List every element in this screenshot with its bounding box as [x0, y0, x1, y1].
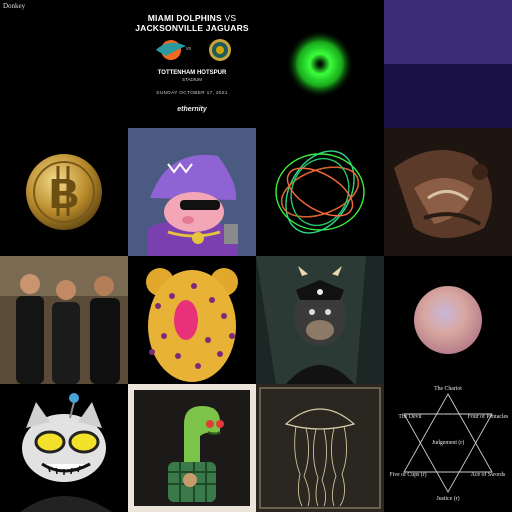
gallery-tile-purple-gradient[interactable]	[384, 0, 512, 128]
tarot-hexagram-chart: The Chariot The Devil Four of Pentacles …	[384, 384, 512, 512]
card-judgement: Judgement (r)	[432, 439, 464, 446]
card-justice: Justice (r)	[436, 495, 459, 502]
gallery-tile-match-poster[interactable]: MIAMI DOLPHINS VS JACKSONVILLE JAGUARS v…	[128, 0, 256, 128]
green-orb-image	[256, 0, 384, 128]
card-four-of-pentacles: Four of Pentacles	[468, 413, 509, 420]
card-the-devil: The Devil	[398, 414, 422, 420]
venue-title: TOTTENHAM HOTSPUR	[157, 70, 227, 76]
match-date: SUNDAY OCTOBER 17, 2021	[156, 91, 228, 96]
nft-gallery-grid: Donkey MIAMI DOLPHINS VS JACKSONVILLE JA…	[0, 0, 512, 512]
gallery-tile-jellyfish[interactable]	[256, 384, 384, 512]
gallery-tile-abstract-painting[interactable]	[384, 128, 512, 256]
purple-gradient-image	[384, 0, 512, 128]
wireframe-sphere-image	[256, 128, 384, 256]
dolphins-logo-icon	[156, 40, 186, 60]
robot-cat-image	[0, 384, 128, 512]
gallery-tile-pirate-ape[interactable]	[256, 256, 384, 384]
card-ace-of-swords: Ace of Swords	[471, 471, 506, 478]
gallery-tile-donkey[interactable]: Donkey	[0, 0, 128, 128]
brand-name: ethernity	[177, 106, 207, 113]
gallery-tile-dino-plant[interactable]	[128, 384, 256, 512]
gallery-tile-tarot[interactable]: The Chariot The Devil Four of Pentacles …	[384, 384, 512, 512]
gallery-tile-three-men[interactable]	[0, 256, 128, 384]
abstract-painting-image	[384, 128, 512, 256]
three-men-photo	[0, 256, 128, 384]
pirate-ape-image	[256, 256, 384, 384]
venue-subtitle: STADIUM	[182, 76, 202, 82]
pastel-orb-image	[384, 256, 512, 384]
vs-small: vs	[186, 46, 191, 52]
leopard-bear-image	[128, 256, 256, 384]
gallery-tile-robot-cat[interactable]	[0, 384, 128, 512]
pig-shark-image	[128, 128, 256, 256]
gallery-tile-bitcoin[interactable]: B	[0, 128, 128, 256]
svg-text:B: B	[49, 170, 79, 217]
gallery-tile-green-orb[interactable]	[256, 0, 384, 128]
jaguars-logo-icon	[209, 39, 231, 61]
gallery-tile-wireframe-sphere[interactable]	[256, 128, 384, 256]
card-the-chariot: The Chariot	[434, 386, 462, 392]
jellyfish-drawing-image	[256, 384, 384, 512]
gallery-tile-pastel-orb[interactable]	[384, 256, 512, 384]
card-five-of-cups: Five of Cups (r)	[389, 471, 426, 478]
bitcoin-coin-icon: B	[0, 128, 128, 256]
gallery-tile-leopard-bear[interactable]	[128, 256, 256, 384]
dino-plant-image	[128, 384, 256, 512]
donkey-label: Donkey	[3, 2, 26, 10]
venue-name: TOTTENHAM HOTSPUR STADIUM	[128, 70, 256, 83]
gallery-tile-pig-shark[interactable]	[128, 128, 256, 256]
